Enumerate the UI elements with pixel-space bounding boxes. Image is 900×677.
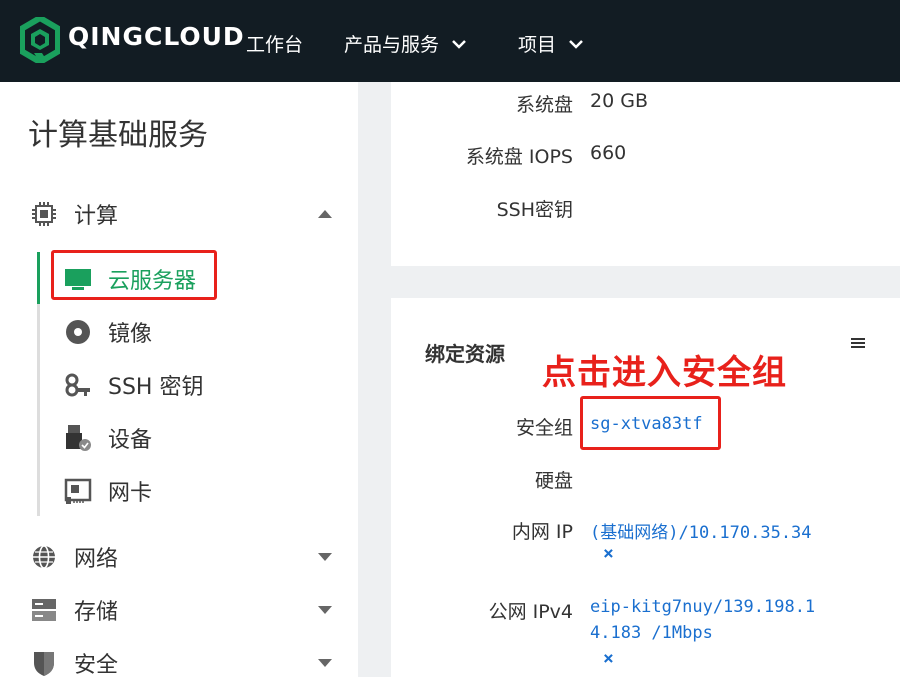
sidebar-item-nics[interactable]: 网卡 (40, 467, 358, 515)
sidebar-title: 计算基础服务 (28, 118, 208, 153)
sidebar-item-images[interactable]: 镜像 (40, 308, 358, 356)
disk-label: 硬盘 (534, 470, 573, 492)
highlight-box-security-group (580, 396, 721, 450)
sidebar-group-network[interactable]: 网络 (0, 535, 358, 579)
shield-icon (34, 652, 54, 676)
caret-up-icon (318, 210, 332, 218)
highlight-box-instances (51, 250, 217, 300)
system-disk-value: 20 GB (590, 90, 648, 112)
public-ip-link-line1[interactable]: eip-kitg7nuy/139.198.1 (590, 597, 815, 617)
key-icon (65, 373, 90, 397)
caret-down-icon (318, 659, 332, 667)
sidebar: 计算基础服务 计算 云服务器 镜像 SSH 密钥 设备 网卡 网络 存储 安全 (0, 82, 358, 677)
public-ip-link-line2[interactable]: 4.183 /1Mbps (590, 623, 713, 643)
sidebar-group-label: 计算 (74, 204, 119, 229)
sidebar-item-label: 网卡 (108, 481, 153, 506)
remove-public-ip-button[interactable]: × (603, 648, 614, 669)
nic-icon (64, 478, 92, 504)
menu-icon[interactable] (850, 336, 866, 350)
sidebar-item-devices[interactable]: 设备 (40, 414, 358, 462)
system-disk-iops-value: 660 (590, 142, 627, 164)
nav-products-services[interactable]: 产品与服务 (344, 30, 469, 57)
chip-icon (32, 202, 56, 226)
nav-projects-label: 项目 (518, 34, 557, 56)
sidebar-group-label: 安全 (74, 653, 119, 677)
sidebar-group-storage[interactable]: 存储 (0, 588, 358, 632)
disc-icon (66, 320, 90, 344)
storage-icon (32, 599, 56, 621)
card-title: 绑定资源 (425, 342, 505, 366)
brand-name[interactable]: QINGCLOUD (68, 22, 245, 51)
chevron-down-icon (452, 39, 466, 49)
caret-down-icon (318, 553, 332, 561)
nav-products-label: 产品与服务 (344, 34, 440, 56)
annotation-text: 点击进入安全组 (542, 353, 787, 393)
system-disk-label: 系统盘 (515, 94, 573, 116)
remove-private-ip-button[interactable]: × (603, 543, 614, 564)
private-ip-label: 内网 IP (511, 521, 573, 543)
sidebar-item-ssh-keys[interactable]: SSH 密钥 (40, 361, 358, 409)
nav-workbench[interactable]: 工作台 (246, 30, 303, 57)
sidebar-group-label: 网络 (74, 547, 119, 572)
ssh-key-label: SSH密钥 (496, 199, 573, 221)
public-ip-label: 公网 IPv4 (488, 601, 573, 623)
private-ip-link[interactable]: (基础网络)/10.170.35.34 (590, 518, 812, 543)
chevron-down-icon (569, 39, 583, 49)
caret-down-icon (318, 606, 332, 614)
sidebar-item-label: SSH 密钥 (108, 375, 204, 400)
sidebar-item-label: 镜像 (108, 322, 153, 347)
config-card: 系统盘 20 GB 系统盘 IOPS 660 SSH密钥 (391, 82, 900, 266)
usb-device-icon (66, 425, 91, 451)
sidebar-group-security[interactable]: 安全 (0, 641, 358, 677)
nav-workbench-label: 工作台 (246, 34, 304, 56)
qingcloud-logo-icon[interactable] (20, 17, 60, 63)
nav-projects[interactable]: 项目 (518, 30, 586, 57)
system-disk-iops-label: 系统盘 IOPS (465, 146, 573, 168)
sidebar-group-compute[interactable]: 计算 (0, 192, 358, 236)
security-group-label: 安全组 (515, 417, 573, 439)
top-navigation-bar: QINGCLOUD 工作台 产品与服务 项目 (0, 0, 900, 82)
globe-icon (33, 545, 55, 569)
sidebar-group-label: 存储 (74, 600, 119, 625)
sidebar-item-label: 设备 (108, 428, 153, 453)
